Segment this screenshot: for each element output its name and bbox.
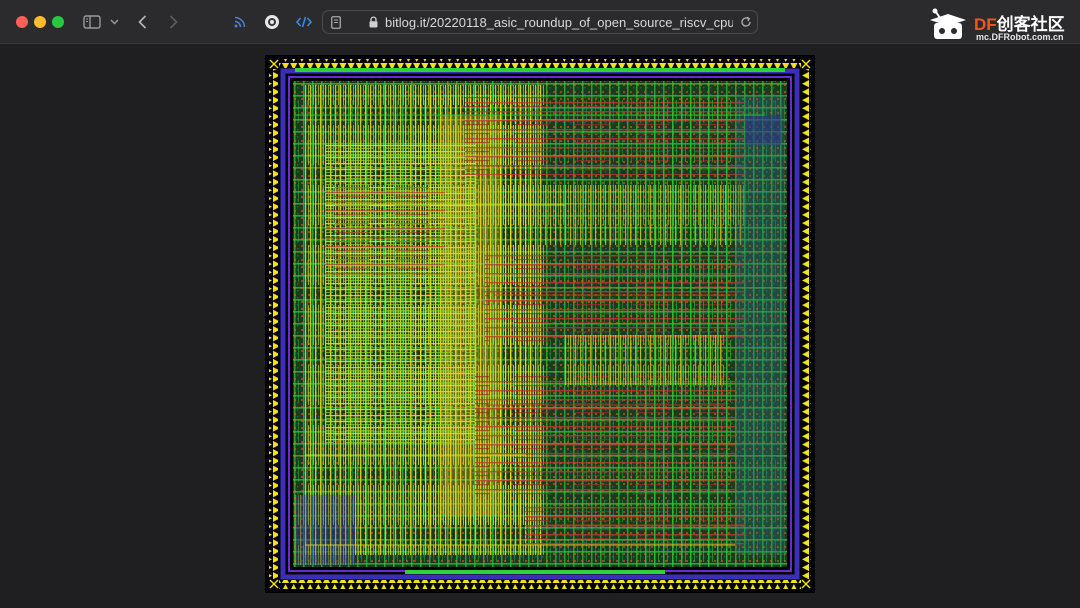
chip-layout-image [265, 55, 815, 593]
url-text[interactable]: bitlog.it/20220118_asic_roundup_of_open_… [385, 15, 733, 30]
chevron-down-icon[interactable] [108, 12, 120, 32]
core-routing [293, 81, 787, 567]
lock-icon [367, 15, 379, 29]
privacy-report-icon[interactable] [262, 12, 282, 32]
top-pad-ring [279, 59, 801, 68]
right-pad-ring [802, 69, 811, 579]
close-window-button[interactable] [16, 16, 28, 28]
watermark-url: mc.DFRobot.com.cn [976, 32, 1064, 42]
bottom-pad-ring [279, 580, 801, 589]
reload-icon[interactable] [739, 15, 753, 29]
browser-toolbar: bitlog.it/20220118_asic_roundup_of_open_… [0, 0, 1080, 44]
zoom-window-button[interactable] [52, 16, 64, 28]
dfrobot-watermark: DF创客社区 mc.DFRobot.com.cn [926, 6, 1076, 42]
forward-icon[interactable] [165, 12, 181, 32]
reader-icon[interactable] [329, 15, 343, 29]
address-bar[interactable]: bitlog.it/20220118_asic_roundup_of_open_… [322, 10, 758, 34]
minimize-window-button[interactable] [34, 16, 46, 28]
robot-logo-icon [930, 8, 966, 39]
sidebar-icon[interactable] [82, 12, 102, 32]
back-icon[interactable] [134, 12, 150, 32]
code-icon[interactable] [294, 12, 314, 32]
rss-icon[interactable] [232, 12, 248, 32]
left-pad-ring [269, 69, 278, 579]
